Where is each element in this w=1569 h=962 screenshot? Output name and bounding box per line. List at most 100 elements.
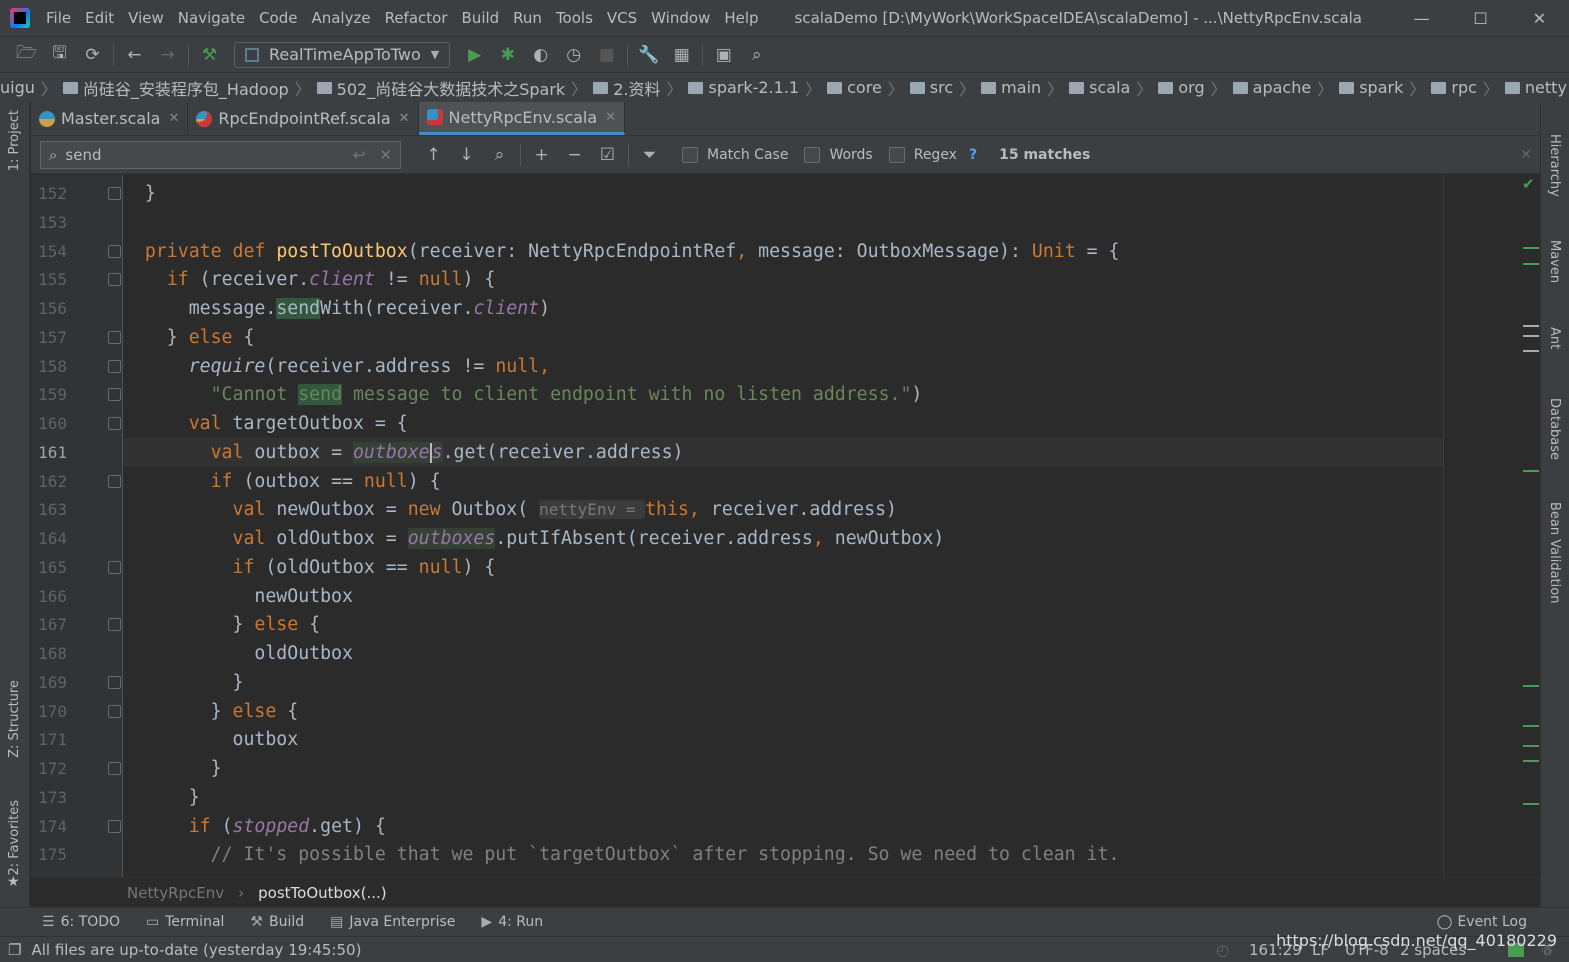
scroll-marker[interactable]	[1523, 470, 1539, 472]
fold-marker-icon[interactable]	[108, 618, 121, 632]
hierarchy-tool-button[interactable]: Hierarchy	[1547, 134, 1562, 197]
close-find-icon[interactable]: ✕	[1520, 147, 1532, 163]
menu-item-help[interactable]: Help	[724, 9, 758, 27]
search-icon[interactable]: ⌕	[740, 45, 773, 65]
code-editor[interactable]: } private def postToOutbox(receiver: Net…	[123, 175, 1540, 877]
fold-marker-icon[interactable]	[108, 187, 121, 200]
menu-item-navigate[interactable]: Navigate	[178, 9, 245, 27]
close-tab-icon[interactable]: ✕	[399, 111, 410, 126]
fold-marker-icon[interactable]	[108, 675, 121, 689]
minimize-button[interactable]: —	[1392, 0, 1451, 36]
maximize-button[interactable]: ☐	[1451, 0, 1510, 36]
close-tab-icon[interactable]: ✕	[605, 110, 616, 125]
menu-item-build[interactable]: Build	[462, 9, 500, 27]
editor-gutter[interactable]: 152 153 154 155 156 157 158 159 160 161 162 163 164 1…	[31, 175, 123, 877]
terminal-window-icon[interactable]: ▣	[707, 45, 740, 65]
checkbox-box[interactable]	[682, 146, 698, 163]
tab-master-scala[interactable]: Master.scala ✕	[31, 102, 189, 135]
fold-marker-icon[interactable]	[108, 244, 121, 258]
menu-item-code[interactable]: Code	[259, 9, 297, 27]
scroll-marker[interactable]	[1523, 350, 1539, 352]
words-checkbox[interactable]: Words	[804, 146, 873, 163]
scroll-marker[interactable]	[1523, 325, 1539, 327]
maven-tool-button[interactable]: Maven	[1547, 240, 1562, 283]
filter-icon[interactable]: ⏷	[633, 145, 666, 165]
menu-item-file[interactable]: File	[46, 9, 71, 27]
nav-crumb[interactable]: org 〉	[1152, 76, 1227, 100]
fold-marker-icon[interactable]	[108, 474, 121, 488]
favorites-tool-button[interactable]: 2: Favorites	[7, 800, 22, 876]
nav-crumb[interactable]: main 〉	[975, 76, 1063, 100]
fold-marker-icon[interactable]	[108, 273, 121, 287]
scroll-marker[interactable]	[1523, 247, 1539, 249]
nav-crumb[interactable]: rpc 〉	[1425, 76, 1499, 100]
nav-crumb[interactable]: apache 〉	[1227, 76, 1333, 100]
tab-rpcendpointref-scala[interactable]: RpcEndpointRef.scala ✕	[188, 102, 419, 135]
fold-marker-icon[interactable]	[108, 560, 121, 574]
scroll-marker[interactable]	[1523, 335, 1539, 337]
tool-window-terminal[interactable]: ▭ Terminal	[146, 914, 224, 930]
fold-marker-icon[interactable]	[108, 819, 121, 833]
previous-match-icon[interactable]: ↑	[417, 145, 450, 165]
forward-arrow-icon[interactable]: →	[151, 45, 184, 65]
add-occurrence-icon[interactable]: +	[525, 145, 558, 165]
open-folder-icon[interactable]: 🗁	[10, 40, 43, 69]
nav-crumb[interactable]: spark-2.1.1 〉	[682, 76, 821, 100]
ant-tool-button[interactable]: Ant	[1547, 327, 1562, 349]
build-hammer-icon[interactable]: ⚒	[193, 45, 226, 65]
clear-icon[interactable]: ✕	[379, 146, 392, 164]
structure-tool-button[interactable]: Z: Structure	[7, 680, 22, 758]
menu-item-run[interactable]: Run	[513, 9, 542, 27]
save-icon[interactable]: 🖫	[43, 40, 76, 69]
nav-crumb[interactable]: core 〉	[821, 76, 904, 100]
tab-nettyrpcenv-scala[interactable]: NettyRpcEnv.scala ✕	[418, 102, 626, 135]
nav-crumb[interactable]: 尚硅谷_安装程序包_Hadoop 〉	[57, 76, 311, 100]
match-case-checkbox[interactable]: Match Case	[682, 146, 788, 163]
menu-item-analyze[interactable]: Analyze	[311, 9, 370, 27]
nav-crumb[interactable]: netty〉	[1499, 76, 1569, 100]
debug-bug-icon[interactable]: ✱	[491, 45, 524, 65]
new-line-icon[interactable]: ↩	[353, 146, 366, 164]
next-match-icon[interactable]: ↓	[450, 145, 483, 165]
breadcrumb-class[interactable]: NettyRpcEnv	[127, 884, 224, 902]
menu-item-refactor[interactable]: Refactor	[385, 9, 448, 27]
settings-wrench-icon[interactable]: 🔧	[632, 45, 665, 65]
fold-marker-icon[interactable]	[108, 330, 121, 344]
run-configuration-select[interactable]: RealTimeAppToTwo ▼	[234, 41, 451, 68]
checkbox-box[interactable]	[804, 146, 821, 163]
scroll-marker[interactable]	[1523, 725, 1539, 727]
back-arrow-icon[interactable]: ←	[118, 45, 151, 65]
menu-item-vcs[interactable]: VCS	[607, 9, 637, 27]
scroll-marker[interactable]	[1523, 760, 1539, 762]
fold-marker-icon[interactable]	[108, 417, 121, 430]
nav-crumb[interactable]: scala 〉	[1063, 76, 1152, 100]
menu-item-window[interactable]: Window	[651, 9, 710, 27]
scroll-marker[interactable]	[1523, 685, 1539, 687]
close-button[interactable]: ✕	[1510, 0, 1569, 36]
database-tool-button[interactable]: Database	[1547, 398, 1562, 460]
fold-marker-icon[interactable]	[108, 359, 121, 373]
scroll-marker[interactable]	[1523, 745, 1539, 747]
run-icon[interactable]: ▶	[458, 45, 491, 65]
menu-item-tools[interactable]: Tools	[556, 9, 593, 27]
tool-window--run[interactable]: ▶ 4: Run	[481, 914, 543, 930]
search-input[interactable]: ⌕ send ↩ ✕	[40, 140, 401, 169]
tool-window--todo[interactable]: ☰ 6: TODO	[42, 914, 120, 930]
fold-marker-icon[interactable]	[108, 388, 121, 402]
scroll-marker[interactable]	[1523, 263, 1539, 265]
nav-crumb[interactable]: 2.资料〉	[587, 76, 682, 100]
tool-window-build[interactable]: ⚒ Build	[250, 914, 304, 930]
remove-occurrence-icon[interactable]: −	[558, 145, 591, 165]
checkbox-box[interactable]	[888, 146, 905, 163]
nav-crumb[interactable]: 502_尚硅谷大数据技术之Spark 〉	[311, 76, 587, 100]
close-tab-icon[interactable]: ✕	[168, 111, 179, 126]
menu-item-edit[interactable]: Edit	[85, 9, 114, 27]
coverage-icon[interactable]: ◐	[524, 45, 557, 65]
menu-item-view[interactable]: View	[128, 9, 164, 27]
profile-icon[interactable]: ◷	[557, 45, 590, 65]
stop-icon[interactable]: ■	[590, 45, 623, 65]
project-tool-button[interactable]: 1: Project	[7, 110, 22, 171]
regex-help-link[interactable]: ?	[969, 147, 977, 163]
nav-crumb[interactable]: src 〉	[904, 76, 975, 100]
select-all-icon[interactable]: ☑	[591, 145, 624, 165]
